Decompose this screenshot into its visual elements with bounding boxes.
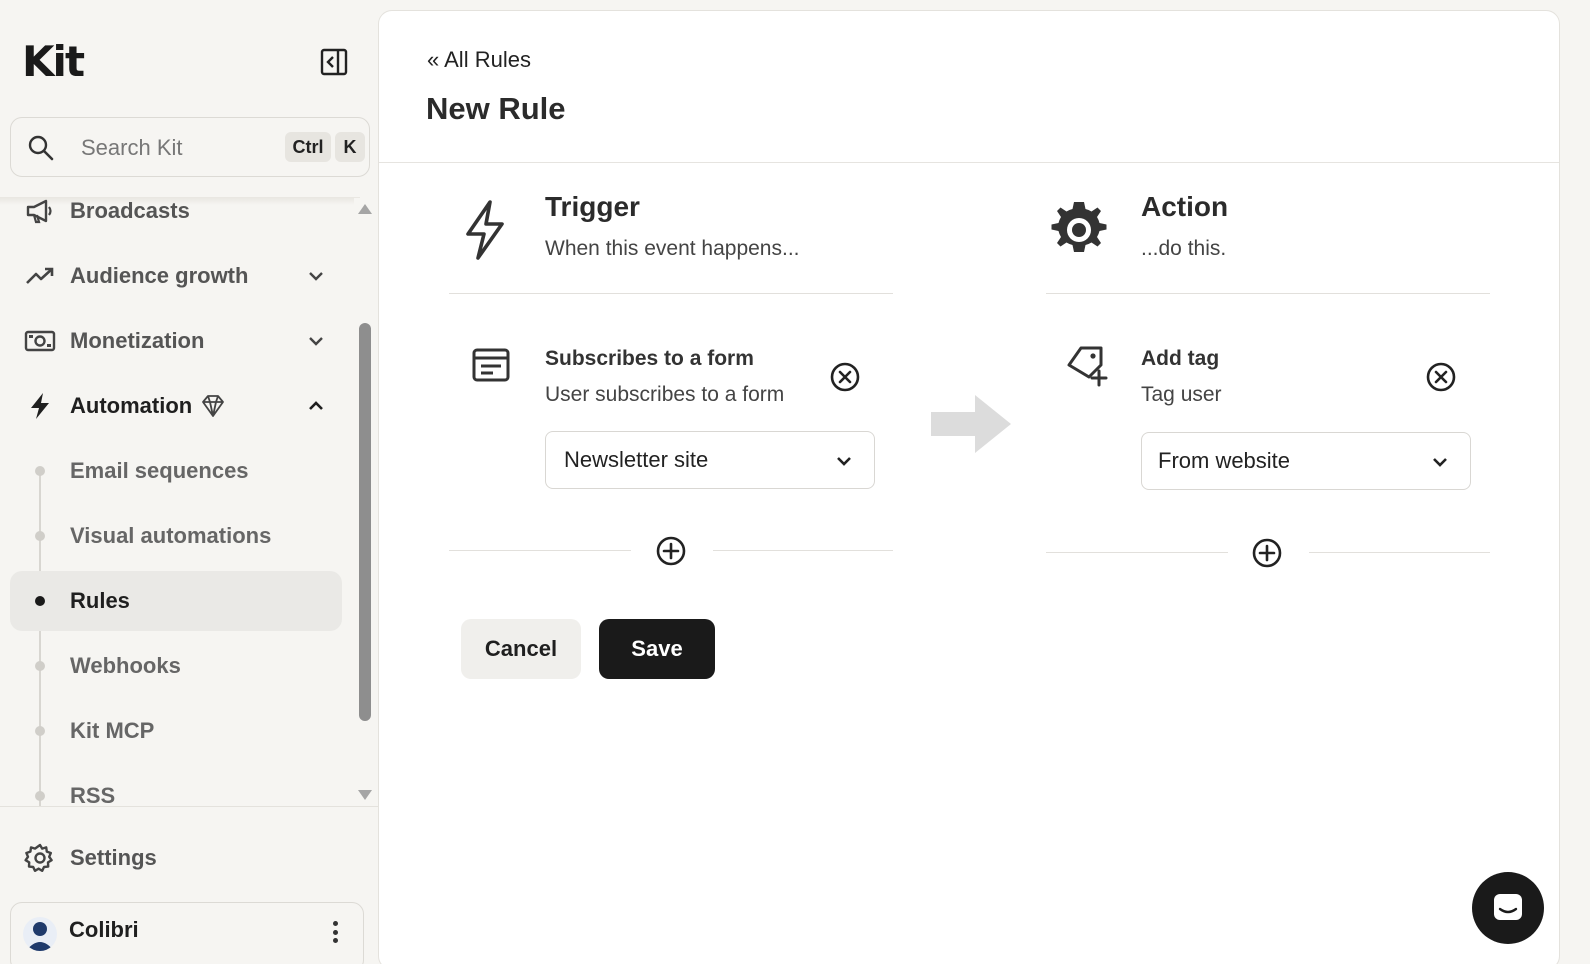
collapse-sidebar-button[interactable] — [318, 46, 350, 78]
scrollbar-thumb[interactable] — [359, 323, 371, 721]
all-rules-link[interactable]: « All Rules — [427, 47, 531, 73]
avatar — [23, 917, 57, 951]
sidebar-subitem-rss[interactable]: RSS — [10, 766, 346, 806]
close-circle-icon — [830, 362, 860, 392]
sidebar-subitem-email-sequences[interactable]: Email sequences — [10, 441, 346, 501]
sidebar-collapse-icon — [320, 48, 348, 76]
sidebar-subitem-webhooks[interactable]: Webhooks — [10, 636, 346, 696]
user-name: Colibri — [69, 917, 139, 942]
bullet-dot — [35, 791, 45, 801]
bullet-dot — [35, 661, 45, 671]
sidebar-subitem-visual-automations[interactable]: Visual automations — [10, 506, 346, 566]
remove-trigger-button[interactable] — [828, 360, 862, 394]
trigger-title: Trigger — [545, 191, 640, 222]
chat-launcher-button[interactable] — [1472, 872, 1544, 944]
chevron-up-icon — [302, 392, 330, 420]
chevron-down-icon — [302, 327, 330, 355]
action-card-subtitle: Tag user — [1141, 383, 1222, 406]
action-add-divider-right — [1309, 552, 1490, 553]
sidebar-subitem-rules[interactable]: Rules — [10, 571, 342, 631]
sidebar-subitem-label: Email sequences — [70, 458, 249, 483]
form-select-value: Newsletter site — [564, 447, 709, 472]
action-add-divider-left — [1046, 552, 1228, 553]
sidebar-item-label: Settings — [70, 845, 157, 870]
sidebar-subitem-kit-mcp[interactable]: Kit MCP — [10, 701, 346, 761]
trigger-card-subtitle: User subscribes to a form — [545, 383, 785, 406]
chevron-down-icon — [302, 262, 330, 290]
add-trigger-button[interactable] — [654, 534, 688, 568]
remove-action-button[interactable] — [1424, 360, 1458, 394]
tag-select-value: From website — [1158, 448, 1291, 473]
sidebar-item-monetization[interactable]: Monetization — [10, 311, 346, 371]
close-circle-icon — [1426, 362, 1456, 392]
add-action-button[interactable] — [1250, 536, 1284, 570]
sidebar-item-broadcasts[interactable]: Broadcasts — [10, 181, 346, 241]
gear-icon — [24, 842, 56, 879]
sidebar-subitem-label: Visual automations — [70, 523, 272, 548]
chat-icon — [1494, 894, 1522, 920]
bullet-dot — [35, 596, 45, 606]
save-button[interactable]: Save — [599, 619, 715, 679]
action-title: Action — [1141, 191, 1229, 222]
diamond-icon — [200, 393, 226, 424]
form-icon — [471, 347, 511, 388]
sidebar-footer-divider — [0, 806, 378, 807]
sidebar-item-label: Broadcasts — [70, 198, 190, 223]
add-tag-icon — [1065, 345, 1111, 392]
lightning-icon — [24, 390, 56, 422]
kit-logo[interactable]: Kit — [22, 41, 85, 83]
sidebar-subitem-label: Rules — [70, 588, 130, 613]
plus-circle-icon — [1252, 538, 1282, 568]
sidebar-item-label: Monetization — [70, 328, 205, 353]
user-menu[interactable]: Colibri — [10, 902, 364, 964]
header-divider — [379, 162, 1559, 163]
main-panel: « All Rules New Rule Trigger When this e… — [378, 10, 1560, 964]
action-divider — [1046, 293, 1490, 294]
sidebar-item-label: Automation — [70, 393, 193, 418]
search-input[interactable]: Search Kit Ctrl K — [10, 117, 370, 177]
trigger-divider — [449, 293, 893, 294]
form-select[interactable]: Newsletter site — [545, 431, 875, 489]
action-card-title: Add tag — [1141, 347, 1220, 370]
sidebar-item-audience-growth[interactable]: Audience growth — [10, 246, 346, 306]
plus-circle-icon — [656, 536, 686, 566]
action-gear-icon — [1049, 197, 1109, 263]
shortcut-ctrl-key: Ctrl — [285, 132, 331, 162]
trigger-lightning-icon — [455, 197, 515, 263]
sidebar-scrollbar[interactable] — [354, 198, 376, 806]
scroll-up-arrow[interactable] — [358, 204, 372, 214]
action-subtitle: ...do this. — [1141, 237, 1227, 260]
bullet-dot — [35, 466, 45, 476]
sidebar-item-automation[interactable]: Automation — [10, 376, 346, 436]
trending-up-icon — [24, 260, 56, 292]
tag-select[interactable]: From website — [1141, 432, 1471, 490]
chevron-down-icon — [832, 449, 856, 473]
money-icon — [24, 325, 56, 357]
cancel-button[interactable]: Cancel — [461, 619, 581, 679]
sidebar-subitem-label: RSS — [70, 783, 116, 806]
megaphone-icon — [24, 195, 56, 227]
bullet-dot — [35, 726, 45, 736]
trigger-card-title: Subscribes to a form — [545, 347, 754, 370]
trigger-add-divider-right — [713, 550, 893, 551]
search-placeholder: Search Kit — [81, 135, 183, 160]
sidebar: Kit Search Kit Ctrl K Broadcasts Audienc… — [0, 0, 378, 964]
chevron-down-icon — [1428, 450, 1452, 474]
sidebar-item-label: Audience growth — [70, 263, 249, 288]
search-icon — [27, 134, 55, 167]
trigger-add-divider-left — [449, 550, 631, 551]
sidebar-subitem-label: Kit MCP — [70, 718, 155, 743]
shortcut-k-key: K — [335, 132, 365, 162]
arrow-right-icon — [931, 395, 1011, 453]
scroll-down-arrow[interactable] — [358, 790, 372, 800]
trigger-subtitle: When this event happens... — [545, 237, 800, 260]
page-title: New Rule — [426, 91, 566, 126]
bullet-dot — [35, 531, 45, 541]
sidebar-item-settings[interactable]: Settings — [10, 828, 350, 888]
more-options-icon[interactable] — [325, 917, 345, 947]
sidebar-subitem-label: Webhooks — [70, 653, 181, 678]
